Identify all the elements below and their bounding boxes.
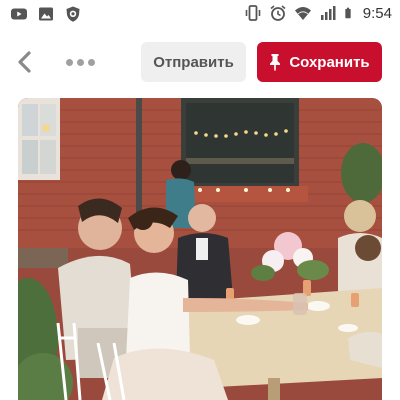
status-time: 9:54: [362, 4, 392, 22]
shield-icon: [66, 6, 80, 22]
save-button[interactable]: Сохранить: [257, 42, 382, 82]
status-bar: 9:54: [0, 0, 400, 28]
alarm-icon: [270, 5, 286, 21]
signal-icon: [320, 6, 336, 20]
send-button[interactable]: Отправить: [141, 42, 246, 82]
youtube-icon: [11, 8, 27, 20]
wedding-dinner-photo: [18, 98, 382, 400]
chevron-left-icon: [18, 51, 31, 73]
more-horizontal-icon: [65, 58, 73, 66]
system-icons: 9:54: [244, 4, 392, 22]
notification-icons: [10, 5, 82, 23]
pin-action-bar: Отправить Сохранить: [0, 40, 400, 84]
pin-icon: [270, 54, 281, 71]
save-button-label: Сохранить: [289, 53, 370, 71]
gallery-icon: [39, 7, 53, 21]
more-options-button[interactable]: [63, 52, 97, 72]
send-button-label: Отправить: [153, 53, 234, 71]
battery-icon: [345, 7, 351, 19]
vibrate-icon: [245, 5, 261, 21]
back-button[interactable]: [12, 48, 38, 76]
wifi-icon: [294, 7, 311, 20]
pin-image[interactable]: [18, 98, 382, 400]
